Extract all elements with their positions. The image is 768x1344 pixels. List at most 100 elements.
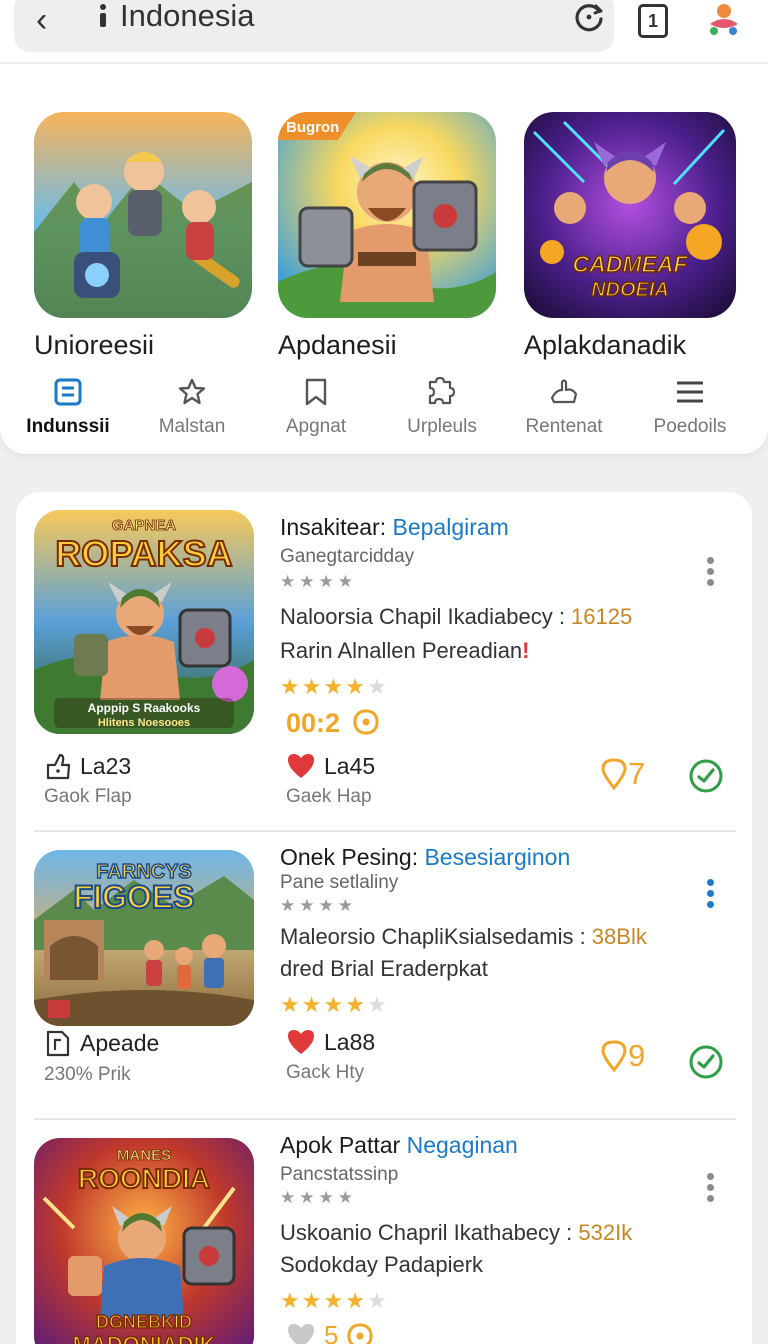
app-timer: 00:2	[286, 708, 380, 739]
featured-app-1-label[interactable]: Unioreesii	[34, 330, 252, 361]
nav-tab-1[interactable]: Indunssii	[8, 376, 128, 438]
stat-text: La23	[80, 752, 132, 779]
address-bar[interactable]: ‹ Indonesia	[14, 0, 614, 52]
timer-value: 00:2	[286, 708, 341, 738]
app-1-art-line-2: ROPAKSA	[55, 533, 232, 574]
app-developer: Pancstatssinp	[280, 1164, 399, 1185]
stat-text: La45	[324, 752, 376, 779]
featured-app-2[interactable]: Bugron Apdanesii	[278, 112, 496, 361]
app-thumbnail[interactable]: MANES ROONDIA DGNEBKID MADONIADIK	[34, 1138, 254, 1344]
divider	[34, 830, 736, 832]
alert-mark: !	[522, 638, 530, 663]
more-options-button[interactable]	[702, 876, 718, 912]
app-3-art-line-3: DGNEBKID	[96, 1312, 192, 1332]
app-description-line-1: Naloorsia Chapil Ikadiabecy : 16125	[280, 604, 632, 630]
nav-tab-4[interactable]: Urpleuls	[382, 376, 502, 438]
pin-icon	[601, 758, 627, 791]
star-filled-icon: ★	[280, 992, 302, 1017]
desc-text: Naloorsia Chapil Ikadiabecy :	[280, 604, 572, 629]
app-description-line-1: Maleorsio ChapliKsialsedamis : 38Blk	[280, 924, 647, 950]
app-description-line-2: dred Brial Eraderpkat	[280, 956, 488, 982]
star-empty-icon: ★	[366, 674, 389, 699]
app-2-art-line-2: FIGOES	[74, 879, 195, 915]
star-filled-icon: ★	[301, 674, 324, 699]
heart-icon	[288, 1030, 314, 1054]
profile-avatar-icon[interactable]	[706, 2, 740, 38]
reload-icon[interactable]	[572, 0, 606, 34]
nav-tab-5[interactable]: Rentenat	[504, 376, 624, 438]
app-stat-likes: La88 Gack Hty	[286, 1028, 375, 1084]
app-title[interactable]: Apok Pattar Negaginan	[280, 1132, 518, 1159]
menu-icon	[677, 381, 703, 403]
nav-tab-1-label: Indunssii	[26, 416, 110, 437]
url-text[interactable]: Indonesia	[120, 0, 254, 34]
count-value: 9	[628, 1038, 646, 1073]
nav-tab-5-label: Rentenat	[525, 416, 603, 437]
nav-tab-2[interactable]: Malstan	[132, 376, 252, 438]
more-options-button[interactable]	[702, 554, 718, 590]
app-thumbnail[interactable]: GAPNEA ROPAKSA Apppip S Raakooks Hlitens…	[34, 510, 254, 734]
list-icon	[54, 378, 82, 406]
star-filled-icon: ★	[345, 1288, 367, 1313]
app-stat-downloads: Apeade 230% Prik	[44, 1028, 159, 1086]
star-filled-icon: ★	[301, 1288, 324, 1313]
stat-value: La88	[286, 1028, 375, 1056]
star-filled-icon: ★	[345, 674, 367, 699]
featured-app-2-label[interactable]: Apdanesii	[278, 330, 496, 361]
app-grey-rating: ★★★★	[280, 1188, 357, 1207]
hand-icon	[550, 379, 578, 404]
stat-text: Apeade	[80, 1029, 160, 1056]
featured-app-3[interactable]: CADMEAF NDOEIA Aplakdanadik	[524, 112, 742, 361]
stat-caption: Gaek Hap	[286, 786, 372, 807]
app-count: 9	[600, 1038, 645, 1074]
nav-tab-3[interactable]: Apgnat	[256, 376, 376, 438]
info-icon[interactable]	[98, 4, 108, 28]
stat-value: La45	[286, 752, 375, 780]
featured-app-2-thumbnail[interactable]: Bugron	[278, 112, 496, 318]
tab-switcher-button[interactable]: 1	[638, 4, 668, 38]
featured-app-3-art-line-2: NDOEIA	[591, 279, 669, 301]
nav-tab-2-label: Malstan	[158, 416, 226, 437]
count-value: 7	[628, 756, 646, 791]
more-options-button[interactable]	[702, 1170, 718, 1206]
star-empty-icon: ★	[366, 1288, 389, 1313]
back-arrow-icon[interactable]: ‹	[36, 0, 47, 40]
star-filled-icon: ★	[345, 992, 367, 1017]
featured-app-3-thumbnail[interactable]: CADMEAF NDOEIA	[524, 112, 736, 318]
nav-tab-4-label: Urpleuls	[407, 416, 477, 437]
verified-check-icon[interactable]	[688, 1044, 724, 1080]
star-filled-icon: ★	[301, 992, 324, 1017]
app-grey-rating: ★★★★	[280, 896, 357, 915]
browser-toolbar: ‹ Indonesia 1	[0, 0, 768, 62]
heart-icon	[288, 1323, 314, 1344]
app-star-rating: ★★★★★	[280, 674, 389, 700]
app-3-art-line-2: ROONDIA	[78, 1163, 210, 1194]
heart-icon	[288, 754, 314, 778]
desc-text: Uskoanio Chapril Ikathabecy :	[280, 1220, 579, 1245]
featured-app-1-thumbnail[interactable]	[34, 112, 252, 318]
app-title-highlight: Negaginan	[406, 1132, 518, 1158]
stat-value: La23	[44, 752, 132, 780]
nav-tab-6[interactable]: Poedoils	[630, 376, 750, 438]
featured-app-1[interactable]: Unioreesii	[34, 112, 252, 361]
stat-caption: Gack Hty	[286, 1062, 365, 1083]
app-title[interactable]: Onek Pesing: Besesiarginon	[280, 844, 570, 871]
verified-check-icon[interactable]	[688, 758, 724, 794]
app-count: 7	[600, 756, 645, 792]
divider	[34, 1118, 736, 1120]
app-3-art-line-1: MANES	[117, 1147, 171, 1164]
stat-text: 5	[324, 1320, 339, 1344]
app-thumbnail[interactable]: FARNCYS FIGOES	[34, 850, 254, 1026]
app-3-art-line-4: MADONIADIK	[73, 1332, 216, 1344]
app-star-rating: ★★★★★	[280, 992, 389, 1018]
desc-text: Sodokday Padapierk	[280, 1252, 484, 1277]
desc-text: dred Brial Eraderpkat	[280, 956, 488, 981]
app-1-art-line-4: Hlitens Noesooes	[98, 717, 190, 729]
app-title[interactable]: Insakitear: Bepalgiram	[280, 514, 509, 541]
stat-value: Apeade	[44, 1028, 159, 1058]
stat-text: La88	[324, 1028, 376, 1055]
app-title-highlight: Besesiarginon	[424, 844, 571, 870]
app-title-name: Onek Pesing:	[280, 844, 425, 870]
desc-text: Rarin Alnallen Pereadian	[280, 638, 523, 663]
featured-app-3-label[interactable]: Aplakdanadik	[524, 330, 742, 361]
